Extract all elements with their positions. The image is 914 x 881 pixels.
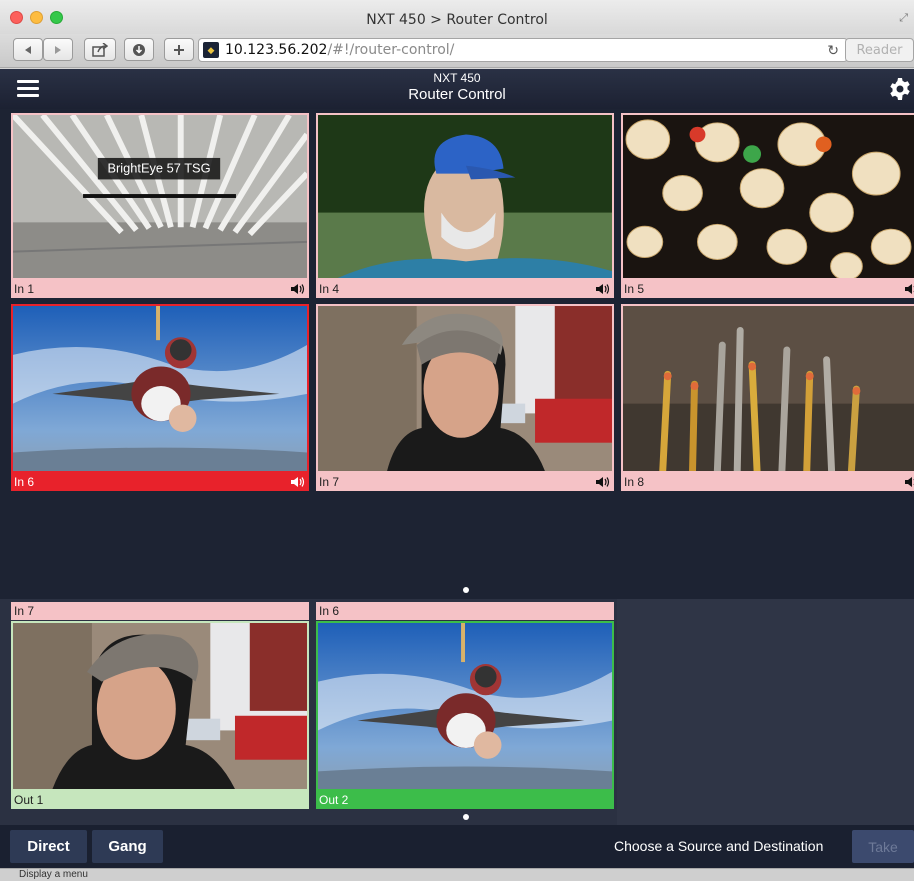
speaker-icon[interactable] xyxy=(290,476,306,488)
bottom-toolbar: Direct Gang Choose a Source and Destinat… xyxy=(0,825,914,868)
tsg-overlay-text: BrightEye 57 TSG xyxy=(107,161,210,176)
status-message: Choose a Source and Destination xyxy=(614,838,824,854)
address-bar[interactable]: ◆ 10.123.56.202/#!/router-control/ ↻ xyxy=(198,38,848,62)
browser-toolbar: ◆ 10.123.56.202/#!/router-control/ ↻ Rea… xyxy=(0,34,914,68)
reload-icon[interactable]: ↻ xyxy=(827,42,839,59)
forward-icon xyxy=(55,45,61,54)
source-label-bar: In 8 xyxy=(621,473,914,491)
speaker-icon[interactable] xyxy=(290,283,306,295)
speaker-icon[interactable] xyxy=(904,283,914,295)
destination-tile-out1[interactable]: In 7 Out 1 xyxy=(11,602,309,810)
source-page-indicator[interactable] xyxy=(463,587,469,593)
destination-empty-area xyxy=(617,599,914,825)
reader-button[interactable]: Reader xyxy=(845,38,914,62)
source-thumbnail xyxy=(316,304,614,473)
source-label: In 5 xyxy=(624,282,645,296)
source-label: In 8 xyxy=(624,475,645,489)
browser-status-bar: Display a menu xyxy=(0,868,914,881)
destination-grid: In 7 Out 1 In 6 Out 2 xyxy=(0,599,914,825)
source-label: In 1 xyxy=(14,282,35,296)
source-label-bar: In 1 xyxy=(11,280,309,298)
url-host: 10.123.56.202 xyxy=(225,42,328,58)
source-thumbnail xyxy=(621,113,914,280)
routed-source-label: In 6 xyxy=(316,602,614,620)
source-label-bar: In 7 xyxy=(316,473,614,491)
source-label-bar: In 5 xyxy=(621,280,914,298)
page-title: Router Control xyxy=(408,86,506,103)
download-icon xyxy=(133,43,145,56)
back-icon xyxy=(25,45,31,54)
destination-page-indicator[interactable] xyxy=(463,814,469,820)
source-label-bar: In 6 xyxy=(11,473,309,491)
share-button[interactable] xyxy=(84,38,116,61)
source-thumbnail xyxy=(621,304,914,473)
source-label: In 7 xyxy=(319,475,340,489)
source-tile-in7[interactable]: In 7 xyxy=(316,304,614,491)
speaker-icon[interactable] xyxy=(904,476,914,488)
downloads-button[interactable] xyxy=(124,38,154,61)
source-tile-in8[interactable]: In 8 xyxy=(621,304,914,491)
speaker-icon[interactable] xyxy=(595,476,611,488)
device-name: NXT 450 xyxy=(433,71,481,85)
router-control-app: NXT 450 Router Control BrightEye 57 TSG … xyxy=(0,69,914,868)
source-thumbnail xyxy=(11,304,309,473)
window-titlebar: NXT 450 > Router Control ⤢ xyxy=(0,0,914,34)
plus-icon xyxy=(174,44,184,55)
source-thumbnail: BrightEye 57 TSG xyxy=(11,113,309,280)
destination-tile-out2[interactable]: In 6 Out 2 xyxy=(316,602,614,810)
share-icon xyxy=(92,42,108,57)
source-tile-in4[interactable]: In 4 xyxy=(316,113,614,300)
source-tile-in1[interactable]: BrightEye 57 TSG In 1 xyxy=(11,113,309,300)
forward-button[interactable] xyxy=(43,38,73,61)
destination-thumbnail xyxy=(316,621,614,791)
destination-thumbnail xyxy=(11,621,309,791)
source-label: In 4 xyxy=(319,282,340,296)
site-favicon-icon: ◆ xyxy=(203,42,219,58)
gang-mode-button[interactable]: Gang xyxy=(92,830,163,863)
source-grid: BrightEye 57 TSG In 1 In 4 In 5 In 6 In … xyxy=(0,109,914,599)
direct-mode-button[interactable]: Direct xyxy=(10,830,87,863)
destination-label: Out 1 xyxy=(11,791,309,809)
window-title: NXT 450 > Router Control xyxy=(366,12,548,28)
source-thumbnail xyxy=(316,113,614,280)
gear-icon[interactable] xyxy=(888,77,912,101)
url-path: /#!/router-control/ xyxy=(327,42,455,58)
new-tab-button[interactable] xyxy=(164,38,194,61)
fullscreen-icon[interactable]: ⤢ xyxy=(899,12,908,25)
source-tile-in5[interactable]: In 5 xyxy=(621,113,914,300)
source-tile-in6[interactable]: In 6 xyxy=(11,304,309,491)
back-button[interactable] xyxy=(13,38,43,61)
routed-source-label: In 7 xyxy=(11,602,309,620)
speaker-icon[interactable] xyxy=(595,283,611,295)
take-button[interactable]: Take xyxy=(852,830,914,863)
destination-label: Out 2 xyxy=(316,791,614,809)
source-label-bar: In 4 xyxy=(316,280,614,298)
app-header: NXT 450 Router Control xyxy=(0,69,914,109)
source-label: In 6 xyxy=(14,475,35,489)
